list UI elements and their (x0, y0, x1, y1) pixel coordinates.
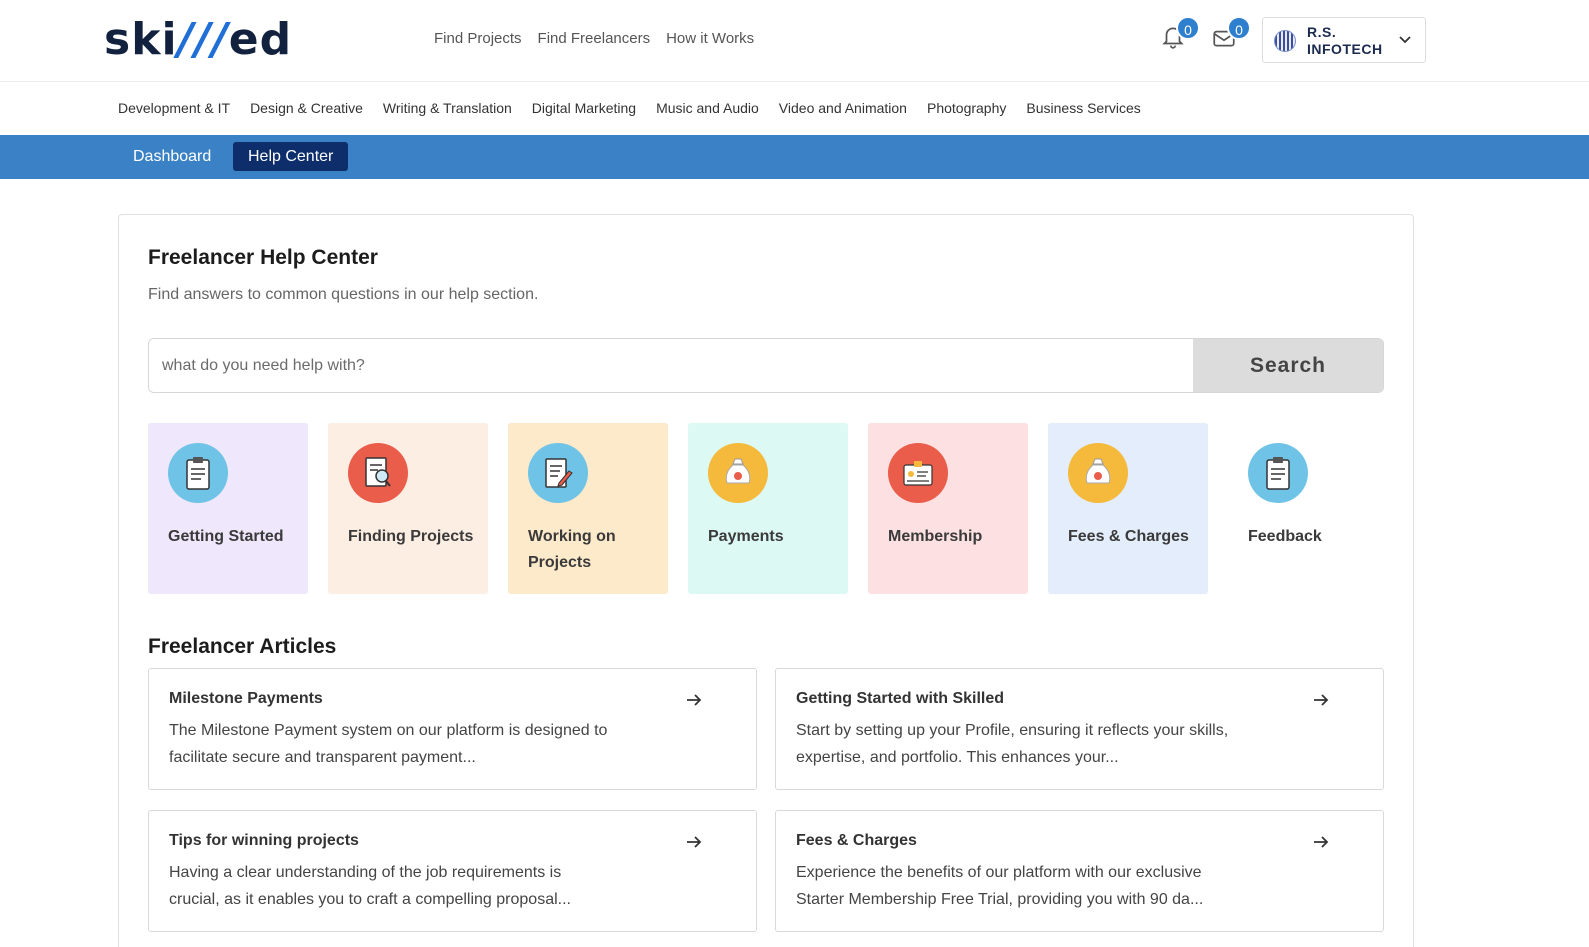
category-video-animation[interactable]: Video and Animation (779, 100, 907, 116)
chevron-down-icon (1399, 36, 1411, 44)
article-title: Milestone Payments (169, 690, 323, 707)
top-nav: Find Projects Find Freelancers How it Wo… (434, 30, 754, 47)
tile-payments[interactable]: Payments (688, 423, 848, 594)
article-title: Fees & Charges (796, 832, 917, 849)
sub-nav-bar: Dashboard Help Center (0, 135, 1589, 179)
notifications-badge: 0 (1176, 16, 1200, 40)
tile-label: Payments (708, 528, 784, 545)
clipboard-icon (168, 443, 228, 503)
search-input[interactable] (149, 339, 1193, 392)
article-card-tips-winning[interactable]: Tips for winning projects Having a clear… (148, 810, 757, 932)
category-music-audio[interactable]: Music and Audio (656, 100, 759, 116)
money-bag-icon (1068, 443, 1128, 503)
tile-membership[interactable]: Membership (868, 423, 1028, 594)
account-name: R.S. INFOTECH (1307, 24, 1383, 57)
company-logo-avatar (1274, 30, 1296, 52)
tile-working-on-projects[interactable]: Working on Projects (508, 423, 668, 594)
tile-feedback[interactable]: Feedback (1228, 423, 1388, 594)
messages-badge: 0 (1227, 16, 1251, 40)
arrow-right-icon (687, 694, 702, 706)
tile-fees-charges[interactable]: Fees & Charges (1048, 423, 1208, 594)
tile-label: Finding Projects (348, 528, 474, 545)
document-edit-icon (528, 443, 588, 503)
nav-find-freelancers[interactable]: Find Freelancers (538, 30, 651, 47)
article-card-fees-charges[interactable]: Fees & Charges Experience the benefits o… (775, 810, 1384, 932)
clipboard-icon (1248, 443, 1308, 503)
tab-dashboard[interactable]: Dashboard (118, 142, 226, 171)
page-title: Freelancer Help Center (148, 246, 378, 269)
article-excerpt: Experience the benefits of our platform … (796, 864, 1204, 908)
notifications-button[interactable]: 0 (1160, 16, 1200, 54)
article-excerpt: Having a clear understanding of the job … (169, 864, 571, 908)
arrow-right-icon (1314, 836, 1329, 848)
help-search: Search (148, 338, 1384, 393)
article-excerpt: Start by setting up your Profile, ensuri… (796, 722, 1229, 766)
articles-heading: Freelancer Articles (148, 635, 337, 658)
tile-finding-projects[interactable]: Finding Projects (328, 423, 488, 594)
tab-help-center[interactable]: Help Center (233, 142, 349, 171)
tile-label: Getting Started (168, 528, 284, 545)
category-design-creative[interactable]: Design & Creative (250, 100, 363, 116)
document-search-icon (348, 443, 408, 503)
category-bar: Development & IT Design & Creative Writi… (0, 83, 1589, 135)
article-excerpt: The Milestone Payment system on our plat… (169, 722, 608, 766)
id-card-icon (888, 443, 948, 503)
category-development-it[interactable]: Development & IT (118, 100, 230, 116)
tile-getting-started[interactable]: Getting Started (148, 423, 308, 594)
messages-button[interactable]: 0 (1211, 16, 1251, 54)
article-title: Getting Started with Skilled (796, 690, 1005, 707)
tile-label: Fees & Charges (1068, 528, 1189, 545)
tile-label: Membership (888, 528, 983, 545)
article-card-getting-started[interactable]: Getting Started with Skilled Start by se… (775, 668, 1384, 790)
category-business-services[interactable]: Business Services (1026, 100, 1140, 116)
nav-find-projects[interactable]: Find Projects (434, 30, 522, 47)
tile-label: Working on Projects (528, 528, 616, 571)
site-header: ski///ed Find Projects Find Freelancers … (0, 0, 1589, 82)
article-title: Tips for winning projects (169, 832, 359, 849)
search-button[interactable]: Search (1193, 339, 1383, 392)
arrow-right-icon (687, 836, 702, 848)
category-digital-marketing[interactable]: Digital Marketing (532, 100, 636, 116)
category-writing-translation[interactable]: Writing & Translation (383, 100, 512, 116)
page-subtitle: Find answers to common questions in our … (148, 286, 539, 303)
category-photography[interactable]: Photography (927, 100, 1006, 116)
account-menu[interactable]: R.S. INFOTECH (1262, 17, 1426, 63)
arrow-right-icon (1314, 694, 1329, 706)
money-bag-icon (708, 443, 768, 503)
nav-how-it-works[interactable]: How it Works (666, 30, 754, 47)
tile-label: Feedback (1248, 528, 1322, 545)
skilled-logo[interactable]: ski///ed (104, 18, 292, 62)
article-card-milestone-payments[interactable]: Milestone Payments The Milestone Payment… (148, 668, 757, 790)
